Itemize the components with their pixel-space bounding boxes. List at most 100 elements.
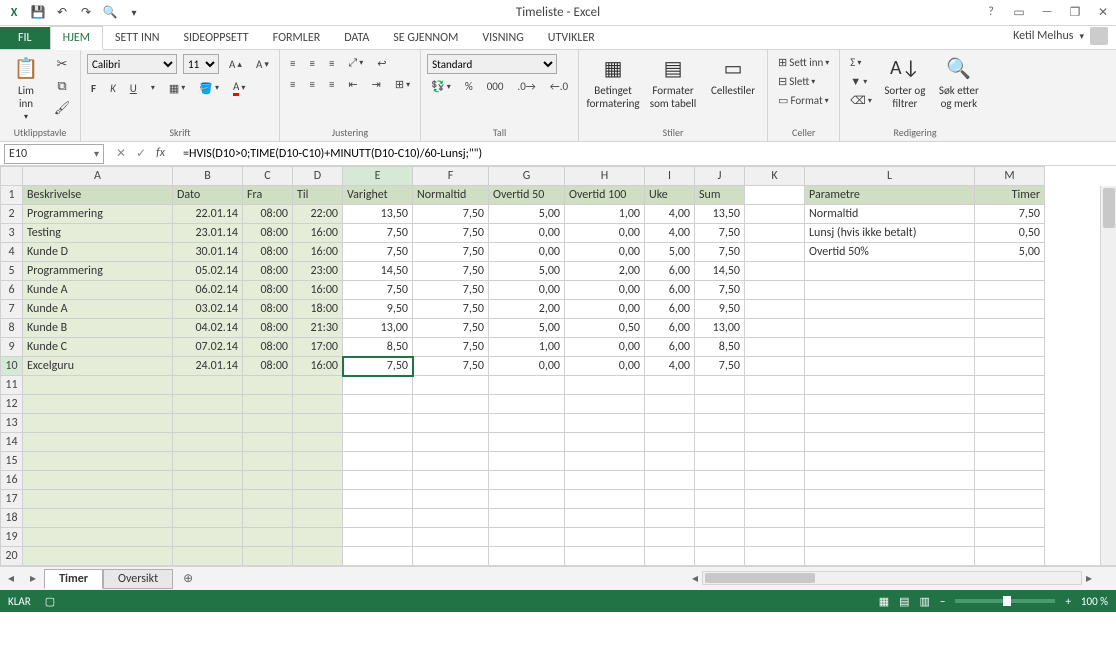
cell[interactable]: 14,50 (695, 262, 745, 281)
formula-input[interactable] (179, 144, 1116, 164)
decrease-font-button[interactable]: A▾ (252, 54, 273, 74)
fill-button[interactable]: ▼ ▾ (846, 73, 876, 90)
cell[interactable] (413, 433, 489, 452)
cell[interactable]: 0,00 (565, 281, 645, 300)
cell[interactable]: 5,00 (489, 319, 565, 338)
cell[interactable]: 23:00 (293, 262, 343, 281)
cell[interactable] (565, 376, 645, 395)
comma-button[interactable]: 000 (483, 78, 508, 95)
restore-button[interactable]: ❐ (1066, 5, 1084, 20)
cell[interactable] (23, 509, 173, 528)
percent-button[interactable]: % (461, 78, 477, 95)
cell[interactable] (173, 376, 243, 395)
cell[interactable] (805, 509, 975, 528)
view-pagebreak-icon[interactable]: ▥ (920, 595, 930, 608)
cell[interactable]: Normaltid (805, 205, 975, 224)
sheet-nav-prev[interactable]: ◂ (0, 571, 22, 586)
account-menu[interactable]: Ketil Melhus ▾ (1005, 23, 1116, 49)
col-header-F[interactable]: F (413, 167, 489, 186)
cell[interactable] (745, 205, 805, 224)
row-header[interactable]: 5 (1, 262, 23, 281)
cell[interactable]: 4,00 (645, 224, 695, 243)
cell[interactable] (413, 528, 489, 547)
cell[interactable] (805, 414, 975, 433)
cell[interactable] (343, 509, 413, 528)
cell[interactable]: 1,00 (565, 205, 645, 224)
indent-decrease-button[interactable]: ⇤ (344, 76, 361, 93)
cell-styles-button[interactable]: ▭ Cellestiler (705, 54, 761, 97)
cell[interactable] (745, 414, 805, 433)
zoom-level[interactable]: 100 % (1081, 595, 1108, 608)
cell[interactable] (975, 281, 1045, 300)
cell[interactable]: Dato (173, 186, 243, 205)
cell[interactable] (745, 224, 805, 243)
col-header-L[interactable]: L (805, 167, 975, 186)
cell[interactable]: 16:00 (293, 224, 343, 243)
cell[interactable]: 0,00 (489, 357, 565, 376)
tab-formler[interactable]: FORMLER (261, 27, 333, 49)
cell[interactable]: 17:00 (293, 338, 343, 357)
cell[interactable] (745, 452, 805, 471)
cell[interactable]: 07.02.14 (173, 338, 243, 357)
fx-icon[interactable]: fx (156, 146, 171, 161)
row-header[interactable]: 11 (1, 376, 23, 395)
col-header-B[interactable]: B (173, 167, 243, 186)
align-middle-button[interactable]: ≡ (305, 54, 318, 72)
cell[interactable] (23, 376, 173, 395)
cell[interactable]: 13,50 (343, 205, 413, 224)
cell[interactable]: 4,00 (645, 357, 695, 376)
cell[interactable] (565, 471, 645, 490)
row-header[interactable]: 10 (1, 357, 23, 376)
tab-visning[interactable]: VISNING (470, 27, 535, 49)
cut-button[interactable]: ✂ (50, 54, 74, 74)
preview-icon[interactable]: 🔍 (102, 5, 118, 21)
col-header-K[interactable]: K (745, 167, 805, 186)
cell[interactable]: Uke (645, 186, 695, 205)
merge-button[interactable]: ⊞▾ (391, 76, 414, 93)
cell[interactable]: 24.01.14 (173, 357, 243, 376)
cell[interactable] (293, 528, 343, 547)
row-header[interactable]: 9 (1, 338, 23, 357)
cell[interactable] (975, 414, 1045, 433)
sheet-tab-timer[interactable]: Timer (44, 569, 103, 589)
cell[interactable] (975, 395, 1045, 414)
cell[interactable] (489, 490, 565, 509)
underline-more-icon[interactable]: ▾ (147, 78, 159, 98)
tab-data[interactable]: DATA (332, 27, 381, 49)
cell[interactable]: Sum (695, 186, 745, 205)
cell[interactable] (645, 452, 695, 471)
cell[interactable] (975, 490, 1045, 509)
cell[interactable]: Programmering (23, 205, 173, 224)
cell[interactable] (975, 376, 1045, 395)
col-header-G[interactable]: G (489, 167, 565, 186)
cell[interactable] (173, 509, 243, 528)
cell[interactable] (805, 300, 975, 319)
ribbon-options-button[interactable]: ▭ (1010, 5, 1028, 20)
cell[interactable] (975, 509, 1045, 528)
tab-hjem[interactable]: HJEM (50, 26, 103, 50)
cell[interactable] (413, 547, 489, 566)
cell[interactable] (293, 433, 343, 452)
cell[interactable]: 08:00 (243, 300, 293, 319)
cell[interactable] (745, 509, 805, 528)
cell[interactable]: 7,50 (413, 205, 489, 224)
cell[interactable]: 7,50 (413, 338, 489, 357)
cell[interactable] (243, 490, 293, 509)
row-header[interactable]: 8 (1, 319, 23, 338)
cell[interactable] (805, 319, 975, 338)
cell[interactable] (489, 547, 565, 566)
cell[interactable] (489, 509, 565, 528)
cell[interactable] (645, 433, 695, 452)
cell[interactable]: 0,50 (565, 319, 645, 338)
row-header[interactable]: 20 (1, 547, 23, 566)
row-header[interactable]: 17 (1, 490, 23, 509)
cell[interactable]: 08:00 (243, 357, 293, 376)
cell[interactable]: 6,00 (645, 338, 695, 357)
cell[interactable] (293, 452, 343, 471)
cell[interactable]: 2,00 (489, 300, 565, 319)
row-header[interactable]: 12 (1, 395, 23, 414)
cell[interactable]: 13,00 (695, 319, 745, 338)
indent-increase-button[interactable]: ⇥ (368, 76, 385, 93)
cell[interactable] (745, 281, 805, 300)
cell[interactable] (745, 471, 805, 490)
